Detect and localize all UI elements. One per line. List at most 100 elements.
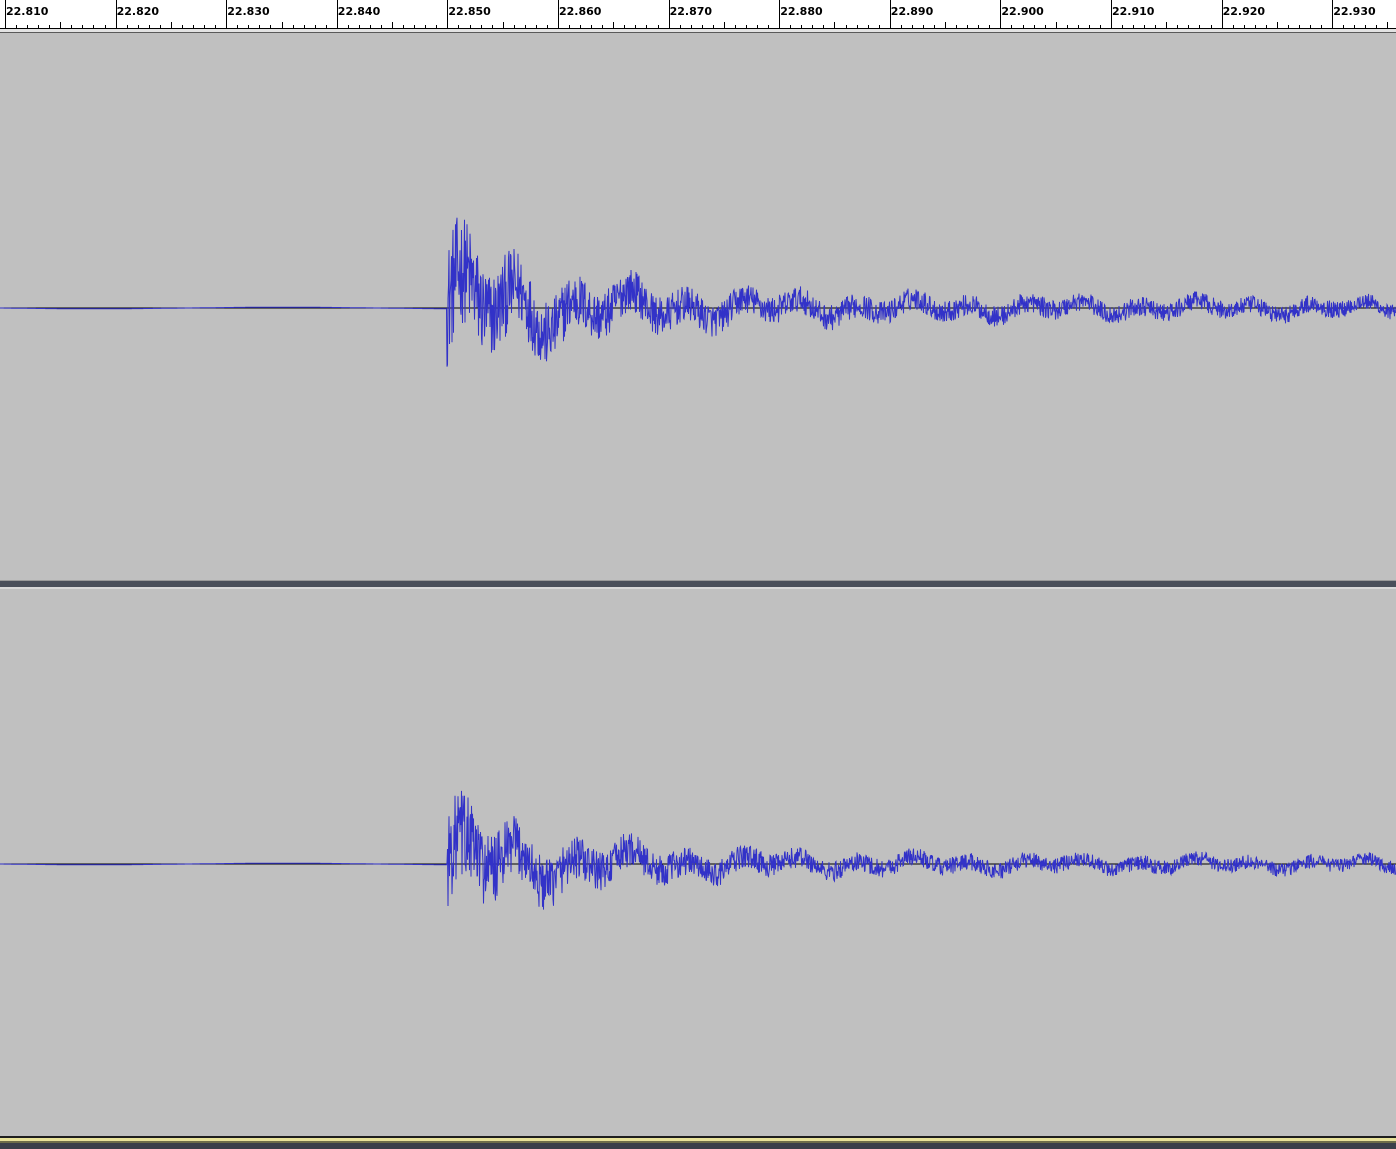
track-divider[interactable] [0, 580, 1396, 589]
ruler-major-tick [337, 0, 338, 28]
ruler-label: 22.870 [669, 5, 713, 18]
ruler-minor-tick [149, 25, 150, 28]
ruler-minor-tick [27, 25, 28, 28]
ruler-minor-tick [1188, 25, 1189, 28]
ruler-minor-tick [204, 25, 205, 28]
ruler-minor-tick [492, 25, 493, 28]
ruler-minor-tick [1288, 25, 1289, 28]
ruler-major-tick [890, 0, 891, 28]
ruler-minor-tick [1166, 22, 1167, 28]
ruler-minor-tick [127, 25, 128, 28]
ruler-minor-tick [403, 25, 404, 28]
ruler-minor-tick [1233, 25, 1234, 28]
ruler-minor-tick [1034, 25, 1035, 28]
ruler-minor-tick [436, 25, 437, 28]
ruler-minor-tick [1078, 25, 1079, 28]
ruler-minor-tick [503, 22, 504, 28]
ruler-label: 22.850 [448, 5, 491, 18]
ruler-minor-tick [757, 25, 758, 28]
ruler-minor-tick [38, 25, 39, 28]
ruler-minor-tick [569, 25, 570, 28]
ruler-minor-tick [93, 25, 94, 28]
waveform-path [0, 217, 1396, 367]
ruler-minor-tick [171, 22, 172, 28]
ruler-minor-tick [724, 22, 725, 28]
ruler-major-tick [1111, 0, 1112, 28]
ruler-minor-tick [1011, 25, 1012, 28]
ruler-minor-tick [1177, 25, 1178, 28]
ruler-minor-tick [60, 22, 61, 28]
ruler-minor-tick [801, 25, 802, 28]
ruler-minor-tick [514, 25, 515, 28]
ruler-minor-tick [967, 25, 968, 28]
ruler-minor-tick [1089, 25, 1090, 28]
ruler-label: 22.930 [1333, 5, 1376, 18]
ruler-minor-tick [823, 25, 824, 28]
ruler-minor-tick [934, 25, 935, 28]
ruler-minor-tick [1321, 25, 1322, 28]
ruler-label: 22.840 [337, 5, 381, 18]
ruler-major-tick [1222, 0, 1223, 28]
ruler-minor-tick [735, 25, 736, 28]
ruler-minor-tick [425, 25, 426, 28]
ruler-minor-tick [1056, 22, 1057, 28]
ruler-minor-tick [1122, 25, 1123, 28]
ruler-minor-tick [846, 25, 847, 28]
ruler-minor-tick [713, 25, 714, 28]
ruler-minor-tick [1023, 25, 1024, 28]
ruler-minor-tick [1144, 25, 1145, 28]
ruler-major-tick [116, 0, 117, 28]
waveform-track-left[interactable] [0, 33, 1396, 580]
ruler-minor-tick [315, 25, 316, 28]
ruler-minor-tick [182, 25, 183, 28]
ruler-minor-tick [768, 25, 769, 28]
ruler-minor-tick [326, 25, 327, 28]
ruler-label: 22.860 [559, 5, 602, 18]
waveform-track-right[interactable] [0, 589, 1396, 1136]
ruler-minor-tick [989, 25, 990, 28]
ruler-minor-tick [237, 25, 238, 28]
ruler-minor-tick [259, 25, 260, 28]
ruler-major-tick [1000, 0, 1001, 28]
ruler-minor-tick [1199, 25, 1200, 28]
timeline-ruler[interactable]: 22.810 22.820 22.830 22.840 22.850 22.860 22.8… [0, 0, 1396, 29]
ruler-minor-tick [458, 25, 459, 28]
ruler-minor-tick [978, 25, 979, 28]
ruler-label: 22.910 [1112, 5, 1155, 18]
ruler-major-tick [447, 0, 448, 28]
ruler-minor-tick [790, 25, 791, 28]
ruler-minor-tick [1266, 25, 1267, 28]
ruler-minor-tick [602, 25, 603, 28]
ruler-minor-tick [536, 25, 537, 28]
track-bottom-edge[interactable] [0, 1136, 1396, 1149]
ruler-minor-tick [1310, 25, 1311, 28]
ruler-minor-tick [1244, 25, 1245, 28]
ruler-minor-tick [691, 25, 692, 28]
ruler-minor-tick [1365, 25, 1366, 28]
ruler-minor-tick [1376, 25, 1377, 28]
ruler-minor-tick [547, 25, 548, 28]
ruler-minor-tick [1155, 25, 1156, 28]
ruler-minor-tick [635, 25, 636, 28]
ruler-minor-tick [16, 25, 17, 28]
ruler-minor-tick [370, 25, 371, 28]
ruler-minor-tick [105, 25, 106, 28]
ruler-minor-tick [580, 25, 581, 28]
ruler-minor-tick [613, 22, 614, 28]
ruler-minor-tick [49, 25, 50, 28]
ruler-minor-tick [746, 25, 747, 28]
ruler-minor-tick [1299, 25, 1300, 28]
ruler-minor-tick [270, 25, 271, 28]
ruler-minor-tick [359, 25, 360, 28]
ruler-minor-tick [646, 25, 647, 28]
ruler-minor-tick [1067, 25, 1068, 28]
ruler-minor-tick [248, 25, 249, 28]
ruler-minor-tick [525, 25, 526, 28]
ruler-minor-tick [215, 25, 216, 28]
ruler-minor-tick [138, 25, 139, 28]
ruler-major-tick [5, 0, 6, 28]
ruler-label: 22.820 [116, 5, 160, 18]
ruler-minor-tick [304, 25, 305, 28]
ruler-minor-tick [348, 25, 349, 28]
ruler-minor-tick [591, 25, 592, 28]
